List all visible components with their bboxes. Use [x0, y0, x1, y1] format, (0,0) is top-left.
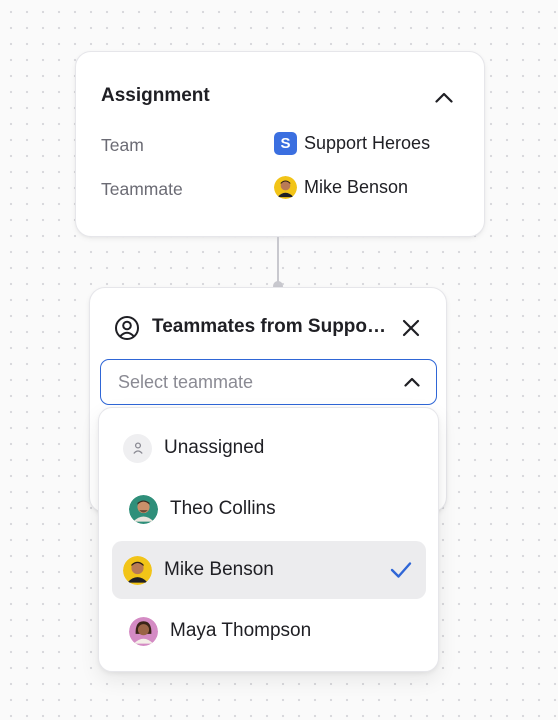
close-button[interactable]: [399, 316, 423, 340]
maya-thompson-avatar: [129, 616, 158, 646]
option-theo-collins[interactable]: Theo Collins: [112, 480, 426, 538]
mike-benson-avatar: [123, 555, 152, 585]
teammate-name: Mike Benson: [304, 177, 409, 197]
teammate-label: Teammate: [101, 179, 183, 199]
user-outline-icon: [123, 433, 152, 463]
connector-line: [277, 237, 279, 285]
team-name: Support Heroes: [304, 133, 431, 153]
option-mike-benson[interactable]: Mike Benson: [112, 541, 426, 599]
option-label: Maya Thompson: [170, 620, 312, 641]
option-maya-thompson[interactable]: Maya Thompson: [112, 602, 426, 660]
assignment-title: Assignment: [101, 85, 210, 106]
teammate-dropdown: Unassigned Theo Collins Mike Benson Maya…: [98, 407, 439, 672]
checkmark-icon: [390, 562, 412, 578]
theo-collins-avatar: [129, 494, 158, 524]
option-unassigned[interactable]: Unassigned: [112, 419, 426, 477]
option-label: Unassigned: [164, 437, 265, 458]
chevron-up-icon: [435, 92, 453, 103]
mike-benson-avatar: [274, 176, 297, 199]
panel-title: Teammates from Support Heroes: [152, 316, 392, 337]
team-badge-icon: S: [274, 132, 297, 155]
user-circle-icon: [115, 316, 139, 340]
close-icon: [402, 319, 420, 337]
teammate-select[interactable]: [100, 359, 437, 405]
teammate-value[interactable]: Mike Benson: [274, 176, 408, 199]
assignment-card: Assignment Team S Support Heroes Teammat…: [75, 51, 485, 237]
collapse-button[interactable]: [432, 86, 456, 108]
team-value[interactable]: S Support Heroes: [274, 132, 430, 155]
team-label: Team: [101, 135, 144, 155]
chevron-up-icon[interactable]: [402, 373, 422, 391]
option-label: Mike Benson: [164, 559, 274, 580]
option-label: Theo Collins: [170, 498, 276, 519]
teammate-select-input[interactable]: [118, 371, 378, 393]
